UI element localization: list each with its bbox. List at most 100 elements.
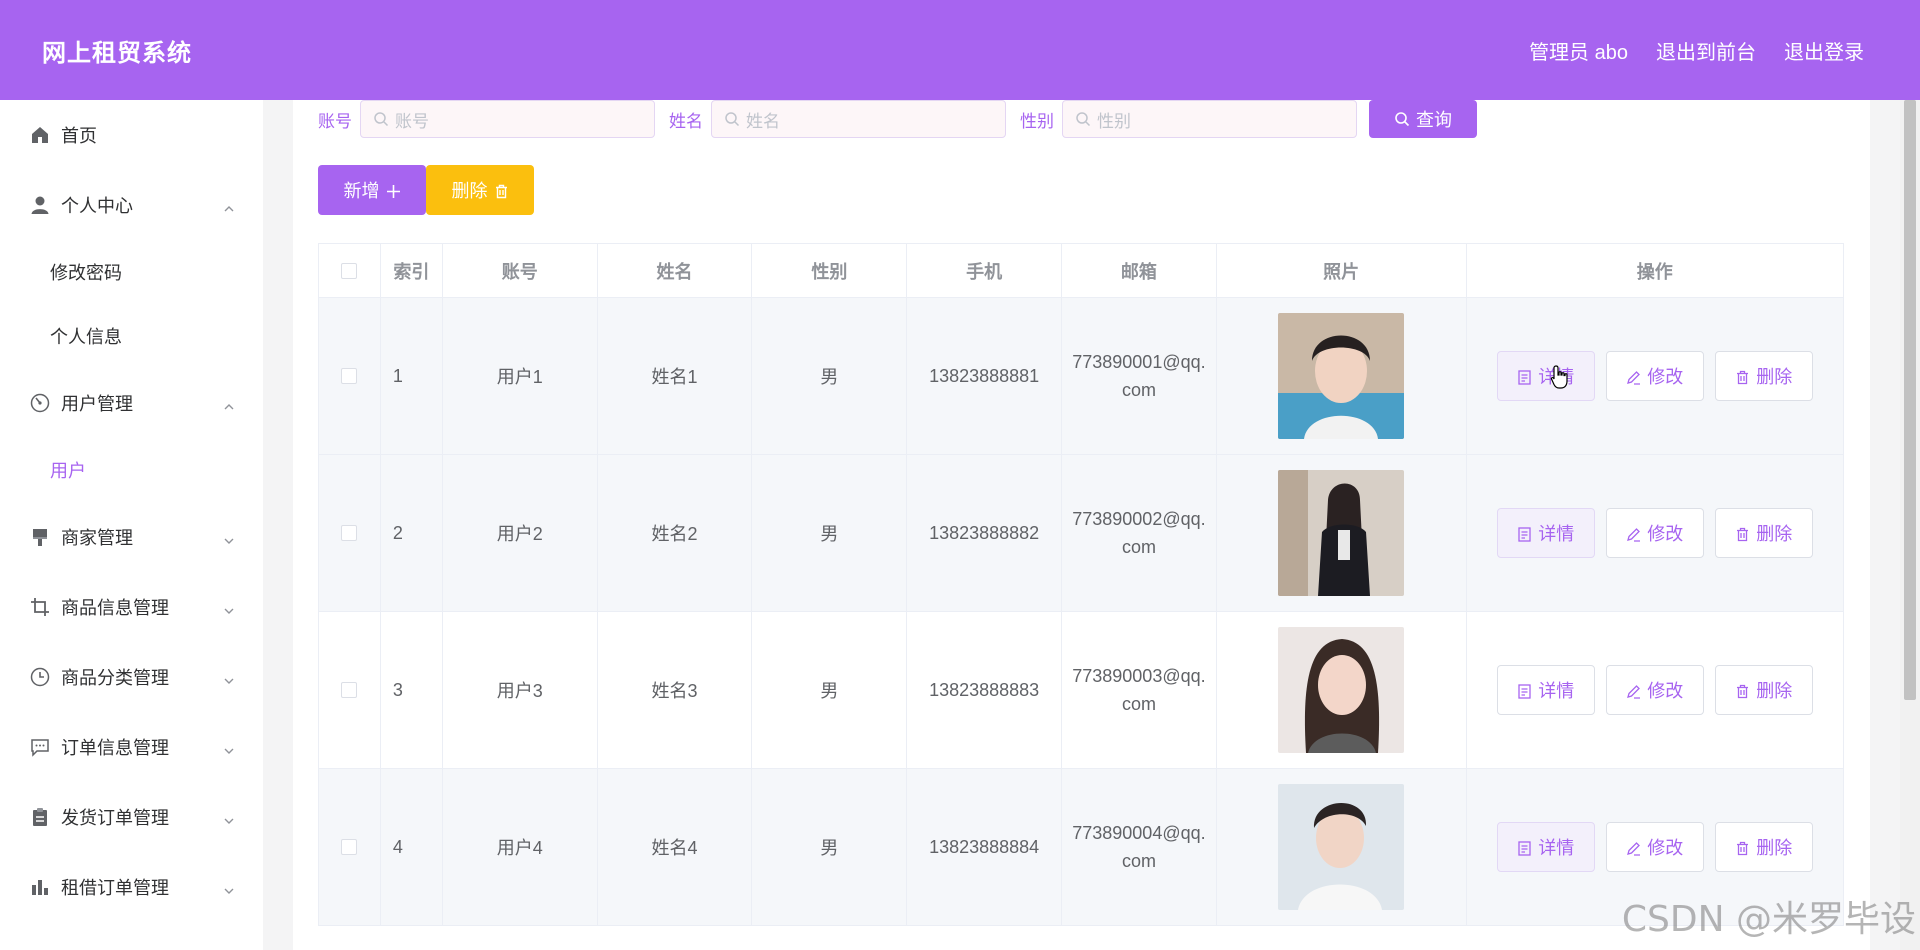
- user-photo[interactable]: [1278, 627, 1405, 753]
- delete-button[interactable]: 删除: [1714, 665, 1813, 715]
- cell-index: 1: [381, 298, 443, 454]
- scrollbar-thumb[interactable]: [1904, 100, 1916, 700]
- cell-email-wrap: 773890004@qq.com: [1062, 769, 1217, 925]
- cell-gender: 男: [752, 612, 908, 768]
- detail-button[interactable]: 详情: [1496, 351, 1595, 401]
- detail-label: 详情: [1538, 681, 1575, 701]
- edit-button[interactable]: 修改: [1605, 508, 1704, 558]
- sidebar-item-order-info[interactable]: 订单信息管理: [0, 712, 263, 782]
- account-label: 账号: [318, 111, 352, 131]
- cell-email: 773890004@qq.com: [1072, 823, 1206, 871]
- cell-photo: [1217, 455, 1467, 611]
- brush-icon: [30, 527, 50, 547]
- delete-button[interactable]: 删除: [1714, 822, 1813, 872]
- header-name: 姓名: [598, 244, 753, 297]
- edit-button[interactable]: 修改: [1605, 351, 1704, 401]
- sidebar-item-product-category[interactable]: 商品分类管理: [0, 642, 263, 712]
- cell-account: 用户1: [443, 298, 598, 454]
- query-button[interactable]: 查询: [1369, 100, 1477, 138]
- content-card: 账号 账号 姓名 姓名 性别 性别 查询 新增 删除 索引 账号 姓名 性别 手…: [293, 100, 1870, 950]
- header-select-cell: [319, 244, 381, 297]
- sidebar-item-user-management[interactable]: 用户管理: [0, 368, 263, 438]
- cell-name: 姓名1: [598, 298, 753, 454]
- table-row: 1 用户1 姓名1 男 13823888881 773890001@qq.com…: [319, 298, 1843, 455]
- edit-label: 修改: [1647, 524, 1684, 544]
- sidebar-item-rental-orders[interactable]: 租借订单管理: [0, 852, 263, 922]
- cell-email-wrap: 773890002@qq.com: [1062, 455, 1217, 611]
- sidebar-item-merchant-management[interactable]: 商家管理: [0, 502, 263, 572]
- delete-button[interactable]: 删除: [1714, 508, 1813, 558]
- row-checkbox[interactable]: [341, 682, 358, 698]
- document-icon: [1517, 369, 1532, 385]
- row-checkbox[interactable]: [341, 839, 358, 855]
- chevron-down-icon: [223, 601, 235, 614]
- cell-name: 姓名3: [598, 612, 753, 768]
- edit-button[interactable]: 修改: [1605, 822, 1704, 872]
- table-row: 4 用户4 姓名4 男 13823888884 773890004@qq.com: [319, 769, 1843, 926]
- edit-button[interactable]: 修改: [1605, 665, 1704, 715]
- cell-account: 用户2: [443, 455, 598, 611]
- trash-icon: [1735, 526, 1750, 541]
- select-all-checkbox[interactable]: [341, 262, 358, 279]
- sidebar-item-home[interactable]: 首页: [0, 100, 263, 170]
- pencil-icon: [1626, 369, 1641, 385]
- header-phone: 手机: [907, 244, 1063, 297]
- name-search-input[interactable]: 姓名: [711, 100, 1006, 138]
- cell-index: 3: [381, 612, 443, 768]
- header-email: 邮箱: [1062, 244, 1217, 297]
- exit-to-frontend-link[interactable]: 退出到前台: [1656, 36, 1756, 65]
- app-title: 网上租贸系统: [42, 39, 192, 67]
- crop-icon: [30, 597, 50, 617]
- row-select-cell: [319, 612, 381, 768]
- detail-button[interactable]: 详情: [1496, 508, 1595, 558]
- sidebar-subitem-personal-info[interactable]: 个人信息: [0, 304, 263, 368]
- main-content: 账号 账号 姓名 姓名 性别 性别 查询 新增 删除 索引 账号 姓名 性别 手…: [263, 100, 1920, 950]
- row-checkbox[interactable]: [341, 525, 358, 541]
- chevron-up-icon: [223, 199, 235, 212]
- add-button[interactable]: 新增: [318, 165, 426, 215]
- top-header: 网上租贸系统 管理员 abo 退出到前台 退出登录: [0, 0, 1920, 100]
- delete-label: 删除: [1756, 367, 1793, 387]
- chevron-down-icon: [223, 811, 235, 824]
- sidebar-item-label: 商品信息管理: [61, 598, 169, 618]
- chevron-down-icon: [223, 531, 235, 544]
- user-photo[interactable]: [1278, 313, 1405, 439]
- batch-delete-button[interactable]: 删除: [426, 165, 534, 215]
- table-row: 2 用户2 姓名2 男 13823888882 773890002@qq.com…: [319, 455, 1843, 612]
- trash-icon: [1735, 683, 1750, 698]
- gender-search-input[interactable]: 性别: [1062, 100, 1357, 138]
- detail-label: 详情: [1538, 838, 1575, 858]
- chevron-down-icon: [223, 881, 235, 894]
- row-select-cell: [319, 298, 381, 454]
- cell-phone: 13823888881: [907, 298, 1063, 454]
- sidebar-item-label: 租借订单管理: [61, 878, 169, 898]
- admin-user-link[interactable]: 管理员 abo: [1529, 36, 1628, 65]
- sidebar-subitem-users[interactable]: 用户: [0, 438, 263, 502]
- action-buttons: 新增 删除: [318, 165, 534, 215]
- cell-phone: 13823888884: [907, 769, 1063, 925]
- sidebar-subitem-change-password[interactable]: 修改密码: [0, 240, 263, 304]
- sidebar-item-label: 订单信息管理: [61, 738, 169, 758]
- logout-link[interactable]: 退出登录: [1784, 36, 1864, 65]
- account-search-input[interactable]: 账号: [360, 100, 655, 138]
- user-photo[interactable]: [1278, 470, 1405, 596]
- trash-icon: [494, 183, 509, 198]
- sidebar-item-product-info[interactable]: 商品信息管理: [0, 572, 263, 642]
- document-icon: [1517, 526, 1532, 542]
- detail-button[interactable]: 详情: [1496, 665, 1595, 715]
- gender-label: 性别: [1020, 111, 1054, 131]
- cell-index: 4: [381, 769, 443, 925]
- user-photo[interactable]: [1278, 784, 1405, 910]
- cell-email: 773890003@qq.com: [1072, 666, 1206, 714]
- row-checkbox[interactable]: [341, 368, 358, 384]
- delete-button[interactable]: 删除: [1714, 351, 1813, 401]
- cell-actions: 详情 修改 删除: [1467, 455, 1844, 611]
- cell-account: 用户3: [443, 612, 598, 768]
- row-actions: 详情 修改 删除: [1496, 822, 1813, 872]
- sidebar-item-shipping-orders[interactable]: 发货订单管理: [0, 782, 263, 852]
- cell-gender: 男: [752, 298, 908, 454]
- gauge-icon: [30, 393, 50, 413]
- detail-button[interactable]: 详情: [1496, 822, 1595, 872]
- cell-name: 姓名2: [598, 455, 753, 611]
- sidebar-item-personal-center[interactable]: 个人中心: [0, 170, 263, 240]
